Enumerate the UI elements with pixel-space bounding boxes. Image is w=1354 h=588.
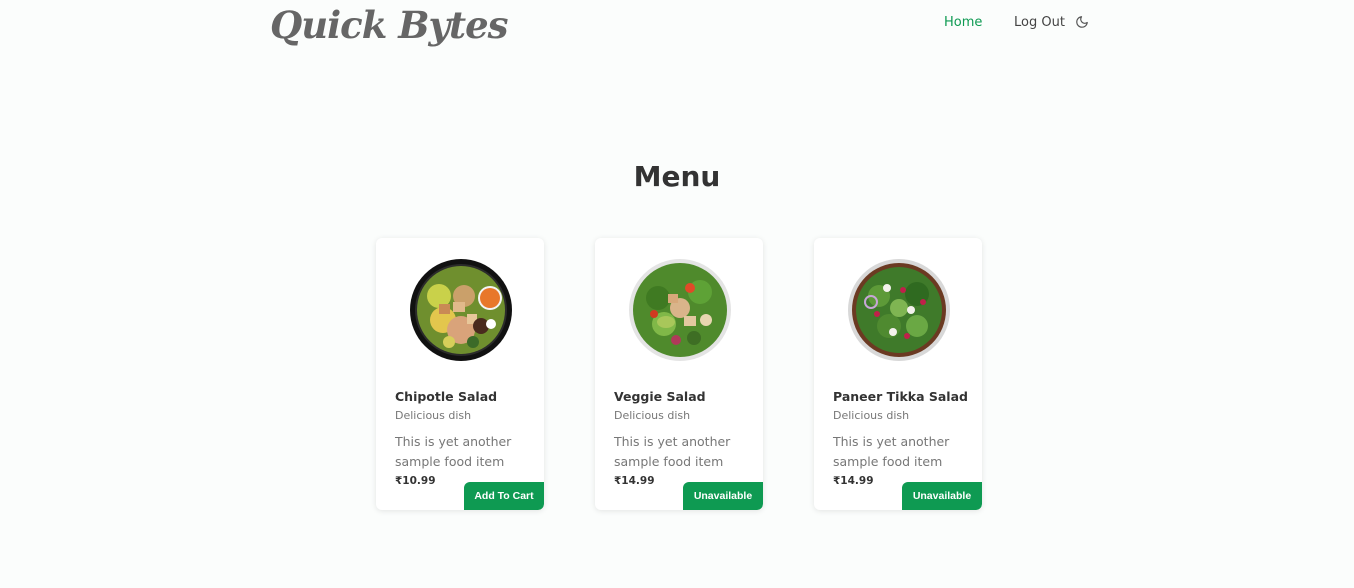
- add-to-cart-button[interactable]: Add To Cart: [464, 482, 544, 510]
- item-tag: Delicious dish: [395, 409, 472, 422]
- item-description: This is yet another sample food item: [614, 434, 731, 469]
- brand-logo[interactable]: Quick Bytes: [270, 2, 508, 48]
- moon-icon[interactable]: [1075, 14, 1091, 30]
- veggie-salad-image: [629, 259, 731, 361]
- item-price: ₹14.99: [833, 475, 874, 487]
- page-title: Menu: [633, 160, 721, 193]
- nav-home-link[interactable]: Home: [944, 14, 982, 32]
- item-description: This is yet another sample food item: [833, 434, 950, 469]
- item-price: ₹10.99: [395, 475, 436, 487]
- item-name: Chipotle Salad: [395, 389, 498, 404]
- unavailable-button[interactable]: Unavailable: [902, 482, 982, 510]
- item-tag: Delicious dish: [833, 409, 910, 422]
- menu-card: Paneer Tikka Salad Delicious dish This i…: [814, 238, 982, 510]
- item-tag: Delicious dish: [614, 409, 691, 422]
- menu-card: Chipotle Salad Delicious dish This is ye…: [376, 238, 544, 510]
- nav-logout-link[interactable]: Log Out: [1014, 14, 1065, 32]
- chipotle-salad-image: [410, 259, 512, 361]
- navbar: Quick Bytes Home Log Out: [0, 0, 1354, 56]
- item-price: ₹14.99: [614, 475, 655, 487]
- paneer-tikka-salad-image: [848, 259, 950, 361]
- unavailable-button[interactable]: Unavailable: [683, 482, 763, 510]
- item-name: Paneer Tikka Salad: [833, 389, 968, 404]
- item-name: Veggie Salad: [614, 389, 706, 404]
- item-description: This is yet another sample food item: [395, 434, 512, 469]
- menu-card: Veggie Salad Delicious dish This is yet …: [595, 238, 763, 510]
